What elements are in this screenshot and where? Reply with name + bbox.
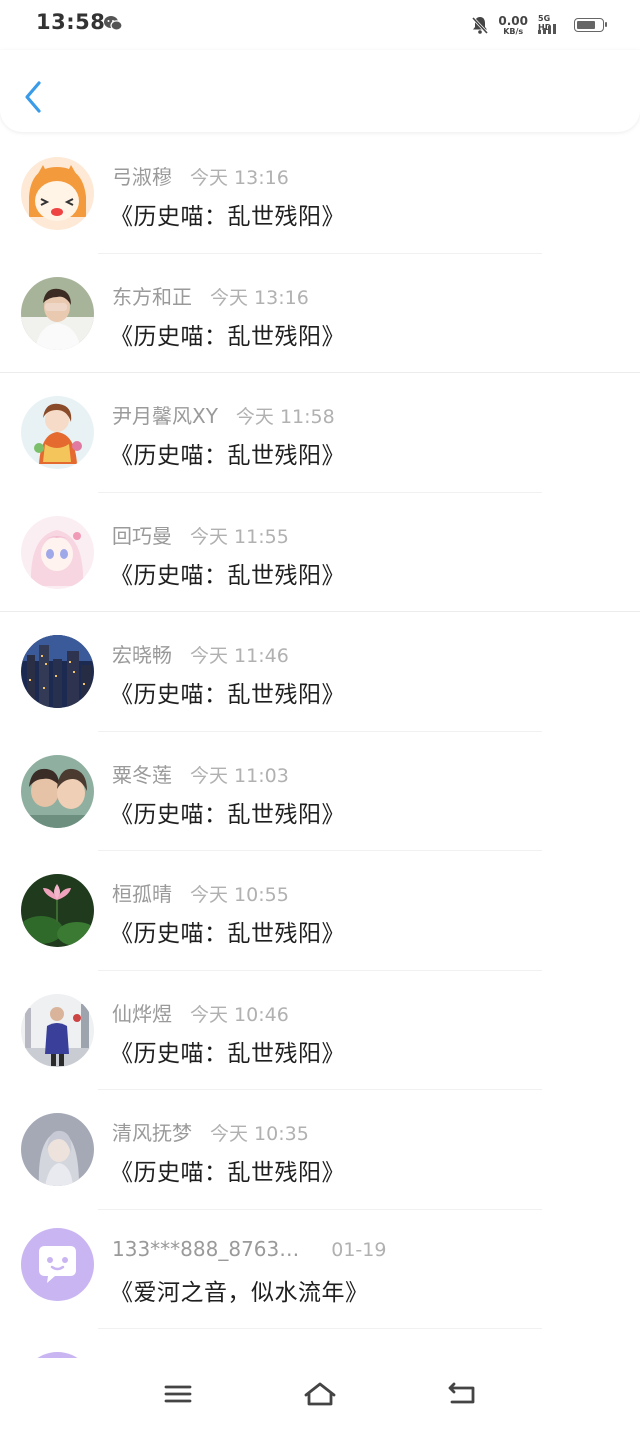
menu-icon[interactable]	[162, 1380, 194, 1408]
net-speed-unit: KB/s	[503, 26, 524, 36]
sender-name: 仙烨煜	[112, 1001, 172, 1026]
message-title: 《历史喵：乱世残阳》	[110, 1160, 345, 1186]
message-title: 《历史喵：乱世残阳》	[110, 323, 345, 350]
message-time: 今天 11:58	[235, 406, 335, 428]
message-title: 《爱河之音，似水流年》	[110, 1279, 369, 1306]
list-item[interactable]: 回巧曼 今天 11:55 《历史喵：乱世残阳》	[0, 493, 640, 612]
message-time: 今天 11:03	[190, 764, 289, 787]
network-speed: 0.00 KB/s	[498, 15, 528, 36]
list-item[interactable]: 桓孤晴 今天 10:55 《历史喵：乱世残阳》	[0, 851, 640, 971]
mute-bell-icon	[472, 16, 489, 35]
wechat-icon	[104, 16, 123, 31]
sender-name: 宏晓畅	[112, 643, 172, 667]
message-title: 《历史喵：乱世残阳》	[110, 682, 345, 708]
message-time: 01-19	[331, 1238, 387, 1261]
avatar	[21, 1227, 94, 1301]
avatar	[21, 157, 94, 230]
avatar	[21, 515, 94, 589]
sender-name: 尹月馨风XY	[112, 404, 218, 428]
signal-indicator: 5G HD	[536, 14, 566, 36]
message-time: 今天 11:55	[190, 525, 289, 548]
avatar	[21, 396, 94, 469]
avatar	[21, 993, 94, 1067]
battery-level	[577, 21, 595, 29]
list-item[interactable]: 清风抚梦 今天 10:35 《历史喵：乱世残阳》	[0, 1090, 640, 1210]
sender-name: 133***888_8763…	[112, 1236, 300, 1261]
sender-name: 回巧曼	[112, 523, 172, 548]
system-nav-bar	[0, 1358, 640, 1433]
signal-bars-icon	[538, 24, 556, 34]
net-speed-value: 0.00	[498, 13, 528, 28]
sender-name: 桓孤晴	[112, 882, 172, 906]
avatar	[21, 276, 94, 350]
message-title: 《历史喵：乱世残阳》	[110, 1040, 345, 1067]
header	[0, 50, 640, 132]
home-icon[interactable]	[302, 1380, 338, 1408]
avatar	[21, 635, 94, 708]
message-time: 今天 13:16	[190, 167, 289, 189]
message-time: 今天 13:16	[210, 286, 309, 309]
back-chevron-icon[interactable]	[22, 80, 44, 114]
list-item[interactable]: 133***888_8763… 01-19 《爱河之音，似水流年》	[0, 1210, 640, 1329]
return-icon[interactable]	[446, 1380, 478, 1408]
message-time: 今天 10:46	[190, 1003, 289, 1026]
message-title: 《历史喵：乱世残阳》	[110, 801, 345, 828]
sender-name: 弓淑穆	[112, 165, 172, 189]
list-item[interactable]: 仙烨煜 今天 10:46 《历史喵：乱世残阳》	[0, 971, 640, 1090]
message-time: 今天 11:46	[190, 645, 289, 667]
list-item[interactable]: 宏晓畅 今天 11:46 《历史喵：乱世残阳》	[0, 612, 640, 732]
battery-icon	[574, 18, 607, 32]
avatar	[21, 874, 94, 947]
message-time: 今天 10:55	[190, 884, 289, 906]
sender-name: 清风抚梦	[112, 1121, 192, 1145]
sender-name: 东方和正	[112, 284, 192, 309]
list-item[interactable]	[0, 1329, 640, 1358]
list-item[interactable]: 东方和正 今天 13:16 《历史喵：乱世残阳》	[0, 254, 640, 373]
message-list: 弓淑穆 今天 13:16 《历史喵：乱世残阳》 东方和正 今天 13:16 《历…	[0, 134, 640, 1358]
sender-name: 粟冬莲	[112, 762, 172, 787]
avatar	[21, 754, 94, 828]
message-title: 《历史喵：乱世残阳》	[110, 562, 345, 589]
status-time: 13:58	[36, 10, 106, 34]
message-time: 今天 10:35	[210, 1123, 309, 1145]
status-bar: 13:58 0.00 KB/s 5G HD	[0, 0, 640, 50]
list-item[interactable]: 弓淑穆 今天 13:16 《历史喵：乱世残阳》	[0, 134, 640, 254]
avatar	[21, 1113, 94, 1186]
message-title: 《历史喵：乱世残阳》	[110, 204, 345, 230]
message-title: 《历史喵：乱世残阳》	[110, 921, 345, 947]
message-title: 《历史喵：乱世残阳》	[110, 443, 345, 469]
list-item[interactable]: 尹月馨风XY 今天 11:58 《历史喵：乱世残阳》	[0, 373, 640, 493]
list-item[interactable]: 粟冬莲 今天 11:03 《历史喵：乱世残阳》	[0, 732, 640, 851]
